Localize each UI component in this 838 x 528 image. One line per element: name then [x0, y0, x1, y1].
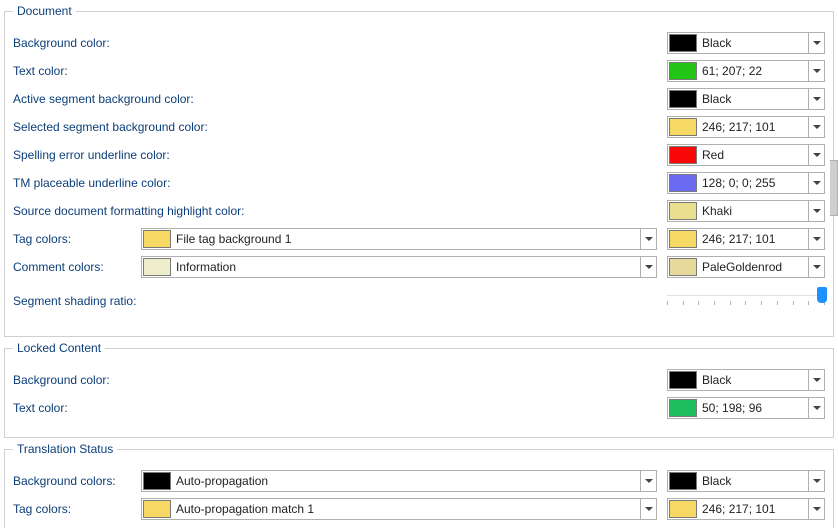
comment-colors-combo-text: Information: [174, 257, 640, 277]
tag-colors-drop[interactable]: [808, 229, 824, 249]
tag-colors-combo-drop[interactable]: [640, 229, 656, 249]
spell-err-value: Red: [700, 145, 808, 165]
text-color-value: 61; 207; 22: [700, 61, 808, 81]
tm-place-swatch: [669, 174, 697, 192]
ts-tag-colors-label: Tag colors:: [13, 502, 133, 516]
slider-track: [667, 295, 825, 296]
selected-bg-drop[interactable]: [808, 117, 824, 137]
ts-bg-combo-text: Auto-propagation: [174, 471, 640, 491]
comment-colors-picker[interactable]: PaleGoldenrod: [667, 256, 825, 278]
spell-err-drop[interactable]: [808, 145, 824, 165]
active-bg-swatch: [669, 90, 697, 108]
selected-bg-swatch: [669, 118, 697, 136]
selected-bg-value: 246; 217; 101: [700, 117, 808, 137]
src-fmt-value: Khaki: [700, 201, 808, 221]
spell-err-label: Spelling error underline color:: [13, 148, 170, 162]
ts-bg-combo-swatch: [143, 472, 171, 490]
comment-colors-combo-drop[interactable]: [640, 257, 656, 277]
active-bg-picker[interactable]: Black: [667, 88, 825, 110]
ts-tag-drop[interactable]: [808, 499, 824, 519]
comment-colors-combo[interactable]: Information: [141, 256, 657, 278]
tag-colors-picker[interactable]: 246; 217; 101: [667, 228, 825, 250]
locked-bg-drop[interactable]: [808, 370, 824, 390]
selected-bg-picker[interactable]: 246; 217; 101: [667, 116, 825, 138]
comment-colors-label: Comment colors:: [13, 260, 133, 274]
src-fmt-drop[interactable]: [808, 201, 824, 221]
ts-bg-combo[interactable]: Auto-propagation: [141, 470, 657, 492]
tm-place-drop[interactable]: [808, 173, 824, 193]
tag-colors-combo-swatch: [143, 230, 171, 248]
text-color-label: Text color:: [13, 64, 68, 78]
comment-colors-combo-swatch: [143, 258, 171, 276]
ts-bg-combo-drop[interactable]: [640, 471, 656, 491]
ts-bg-colors-label: Background colors:: [13, 474, 133, 488]
text-color-picker[interactable]: 61; 207; 22: [667, 60, 825, 82]
locked-text-picker[interactable]: 50; 198; 96: [667, 397, 825, 419]
locked-bg-picker[interactable]: Black: [667, 369, 825, 391]
comment-colors-swatch: [669, 258, 697, 276]
document-group: Document Background color: Black Text co…: [4, 4, 834, 337]
translation-status-group: Translation Status Background colors: Au…: [4, 442, 834, 528]
tm-place-picker[interactable]: 128; 0; 0; 255: [667, 172, 825, 194]
src-fmt-swatch: [669, 202, 697, 220]
ts-tag-combo-text: Auto-propagation match 1: [174, 499, 640, 519]
ts-bg-picker[interactable]: Black: [667, 470, 825, 492]
text-color-drop[interactable]: [808, 61, 824, 81]
ts-tag-combo-swatch: [143, 500, 171, 518]
trans-status-legend: Translation Status: [13, 442, 117, 456]
tm-place-value: 128; 0; 0; 255: [700, 173, 808, 193]
locked-content-group: Locked Content Background color: Black T…: [4, 341, 834, 438]
spell-err-picker[interactable]: Red: [667, 144, 825, 166]
active-bg-drop[interactable]: [808, 89, 824, 109]
comment-colors-value: PaleGoldenrod: [700, 257, 808, 277]
bg-color-drop[interactable]: [808, 33, 824, 53]
locked-text-swatch: [669, 399, 697, 417]
ts-bg-value: Black: [700, 471, 808, 491]
seg-shade-label: Segment shading ratio:: [13, 294, 136, 308]
active-bg-label: Active segment background color:: [13, 92, 194, 106]
slider-ticks: [667, 301, 825, 305]
active-bg-value: Black: [700, 89, 808, 109]
ts-tag-value: 246; 217; 101: [700, 499, 808, 519]
locked-legend: Locked Content: [13, 341, 105, 355]
ts-bg-drop[interactable]: [808, 471, 824, 491]
spell-err-swatch: [669, 146, 697, 164]
bg-color-swatch: [669, 34, 697, 52]
ts-bg-swatch: [669, 472, 697, 490]
locked-text-value: 50; 198; 96: [700, 398, 808, 418]
selected-bg-label: Selected segment background color:: [13, 120, 208, 134]
locked-text-label: Text color:: [13, 401, 68, 415]
tag-colors-combo[interactable]: File tag background 1: [141, 228, 657, 250]
tm-place-label: TM placeable underline color:: [13, 176, 170, 190]
bg-color-picker[interactable]: Black: [667, 32, 825, 54]
locked-bg-value: Black: [700, 370, 808, 390]
ts-tag-combo[interactable]: Auto-propagation match 1: [141, 498, 657, 520]
tag-colors-value: 246; 217; 101: [700, 229, 808, 249]
scrollbar-thumb[interactable]: [830, 160, 838, 216]
seg-shade-slider[interactable]: [667, 287, 825, 315]
locked-bg-swatch: [669, 371, 697, 389]
bg-color-label: Background color:: [13, 36, 110, 50]
document-legend: Document: [13, 4, 76, 18]
ts-tag-picker[interactable]: 246; 217; 101: [667, 498, 825, 520]
locked-bg-label: Background color:: [13, 373, 110, 387]
text-color-swatch: [669, 62, 697, 80]
tag-colors-swatch: [669, 230, 697, 248]
bg-color-value: Black: [700, 33, 808, 53]
tag-colors-combo-text: File tag background 1: [174, 229, 640, 249]
locked-text-drop[interactable]: [808, 398, 824, 418]
slider-thumb[interactable]: [817, 287, 827, 303]
ts-tag-combo-drop[interactable]: [640, 499, 656, 519]
src-fmt-picker[interactable]: Khaki: [667, 200, 825, 222]
comment-colors-drop[interactable]: [808, 257, 824, 277]
tag-colors-label: Tag colors:: [13, 232, 133, 246]
src-fmt-label: Source document formatting highlight col…: [13, 204, 244, 218]
ts-tag-swatch: [669, 500, 697, 518]
